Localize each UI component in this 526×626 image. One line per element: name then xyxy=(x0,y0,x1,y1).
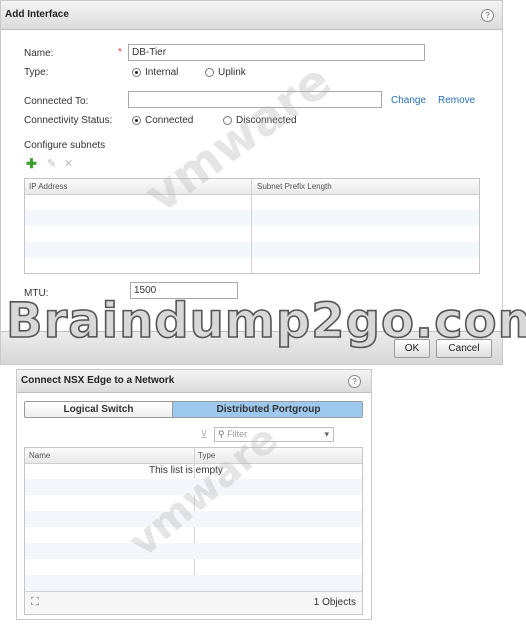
type-uplink-radio[interactable] xyxy=(205,68,214,77)
required-marker: * xyxy=(118,47,122,58)
type-internal-label: Internal xyxy=(145,67,179,78)
type-uplink-label: Uplink xyxy=(218,67,246,78)
brand-watermark: Braindump2go.com xyxy=(5,292,526,350)
tab-logical-switch[interactable]: Logical Switch xyxy=(25,402,173,417)
network-list-footer: ⛶ 1 Objects xyxy=(25,591,362,614)
type-internal-radio[interactable] xyxy=(132,68,141,77)
name-column-header[interactable]: Name xyxy=(29,451,50,460)
help-icon[interactable]: ? xyxy=(481,9,494,22)
ip-address-column-header[interactable]: IP Address xyxy=(29,182,68,191)
help-icon[interactable]: ? xyxy=(348,375,361,388)
subnet-prefix-column-header[interactable]: Subnet Prefix Length xyxy=(257,182,332,191)
list-row-stripe xyxy=(25,543,362,559)
delete-icon[interactable]: ✕ xyxy=(64,158,73,170)
edit-icon[interactable]: ✎ xyxy=(47,158,56,170)
tab-distributed-portgroup[interactable]: Distributed Portgroup xyxy=(173,402,362,417)
change-link[interactable]: Change xyxy=(391,95,426,106)
list-row-stripe xyxy=(25,575,362,591)
connect-network-titlebar: Connect NSX Edge to a Network ? xyxy=(17,370,371,393)
dialog-title: Add Interface xyxy=(5,9,69,20)
add-interface-titlebar: Add Interface ? xyxy=(1,1,502,30)
dropdown-icon[interactable]: ▾ xyxy=(324,429,329,440)
grid-column-divider xyxy=(251,179,252,273)
clear-filter-icon[interactable]: ⊻ xyxy=(200,428,208,441)
add-icon[interactable]: ✚ xyxy=(26,157,37,170)
name-input[interactable]: DB-Tier xyxy=(128,44,425,61)
objects-count: 1 Objects xyxy=(313,597,356,608)
grid-row-stripe xyxy=(25,210,479,226)
network-type-tabs: Logical Switch Distributed Portgroup xyxy=(24,401,363,418)
status-connected-radio[interactable] xyxy=(132,116,141,125)
subnets-grid: IP Address Subnet Prefix Length xyxy=(24,178,480,274)
configure-subnets-label: Configure subnets xyxy=(24,140,106,151)
connectivity-status-label: Connectivity Status: xyxy=(24,115,113,126)
grid-row-stripe xyxy=(25,242,479,258)
find-icon[interactable]: ⛶ xyxy=(31,596,39,609)
dialog-title: Connect NSX Edge to a Network xyxy=(21,375,175,386)
type-label: Type: xyxy=(24,67,49,78)
subnets-grid-header: IP Address Subnet Prefix Length xyxy=(25,179,479,195)
status-connected-label: Connected xyxy=(145,115,194,126)
name-label: Name: xyxy=(24,48,54,59)
remove-link[interactable]: Remove xyxy=(438,95,475,106)
connected-to-label: Connected To: xyxy=(24,96,89,107)
search-icon: ⚲ xyxy=(218,429,225,439)
